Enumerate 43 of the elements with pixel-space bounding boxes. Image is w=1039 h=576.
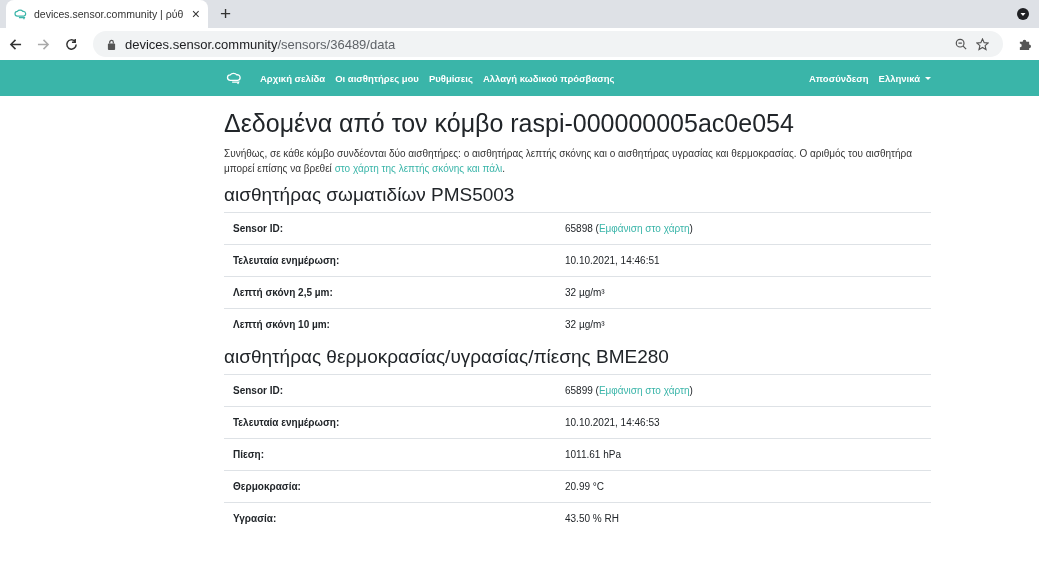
page-title: Δεδομένα από τον κόμβο raspi-000000005ac0e054 (224, 109, 795, 138)
address-field[interactable]: devices.sensor.community/sensors/36489/data (93, 31, 1003, 57)
sensor-id: 65899 ( (565, 385, 599, 396)
table-cell: 1011.61 hPa (556, 438, 931, 471)
section-heading: αισθητήρας σωματιδίων PMS5003 (224, 184, 516, 206)
table-cell: 32 µg/m³ (556, 276, 931, 309)
nav-link[interactable]: Αρχική σελίδα (260, 72, 326, 84)
cloud-icon (14, 8, 27, 20)
table-cell: 43.50 % RH (556, 502, 931, 534)
table-cell: Sensor ID: (224, 374, 556, 407)
back-icon[interactable] (9, 37, 22, 51)
table-cell: Τελευταία ενημέρωση: (224, 244, 556, 277)
star-icon[interactable] (976, 37, 989, 51)
language-dropdown[interactable]: Ελληνικά (878, 72, 931, 84)
nav-link[interactable]: Οι αισθητήρες μου (335, 72, 419, 84)
lock-icon (107, 38, 116, 50)
closing-bracket: ) (689, 385, 693, 396)
section-heading: αισθητήρας θερμοκρασίας/υγρασίας/πίεσης BME280 (224, 346, 670, 368)
table-cell: Sensor ID: (224, 212, 556, 245)
table-cell: Τελευταία ενημέρωση: (224, 406, 556, 439)
tab-title: devices.sensor.community | ρύθ (34, 8, 185, 20)
nav-link[interactable]: Αλλαγή κωδικού πρόσβασης (482, 72, 615, 84)
zoom-icon[interactable] (955, 38, 967, 50)
sensor-id: 65898 ( (565, 223, 599, 234)
closing-bracket: ) (689, 223, 693, 234)
close-icon[interactable]: × (191, 6, 200, 22)
reload-icon[interactable] (65, 37, 78, 51)
table-cell: Λεπτή σκόνη 2,5 µm: (224, 276, 556, 309)
browser-tab[interactable]: devices.sensor.community | ρύθ × (6, 0, 208, 28)
nav-link[interactable]: Ρυθμίσεις (428, 72, 473, 84)
new-tab-button[interactable]: + (220, 3, 232, 25)
table-cell: Πίεση: (224, 438, 556, 471)
table-cell: 32 µg/m³ (556, 308, 931, 340)
dropdown-icon[interactable] (1017, 8, 1029, 20)
table-cell: Θερμοκρασία: (224, 470, 556, 503)
nav-link[interactable]: Αποσύνδεση (809, 72, 869, 84)
table-cell: 10.10.2021, 14:46:53 (556, 406, 931, 439)
table-cell: Υγρασία: (224, 502, 556, 534)
table-cell: Λεπτή σκόνη 10 µm: (224, 308, 556, 340)
puzzle-icon[interactable] (1018, 37, 1031, 51)
description: Συνήθως, σε κάθε κόμβο συνδέονται δύο αισθητήρες: ο αισθητήρας λεπτής σκόνης και ο αισθητήρας υγρασίας και θερμοκρασίας. Ο αριθμός του αισθητήρα μπορεί επίσης να βρεθεί στο χάρτη της λεπτής σκόνης και πάλι. (224, 147, 914, 176)
table-cell: 10.10.2021, 14:46:51 (556, 244, 931, 277)
table-cell: 20.99 °C (556, 470, 931, 503)
